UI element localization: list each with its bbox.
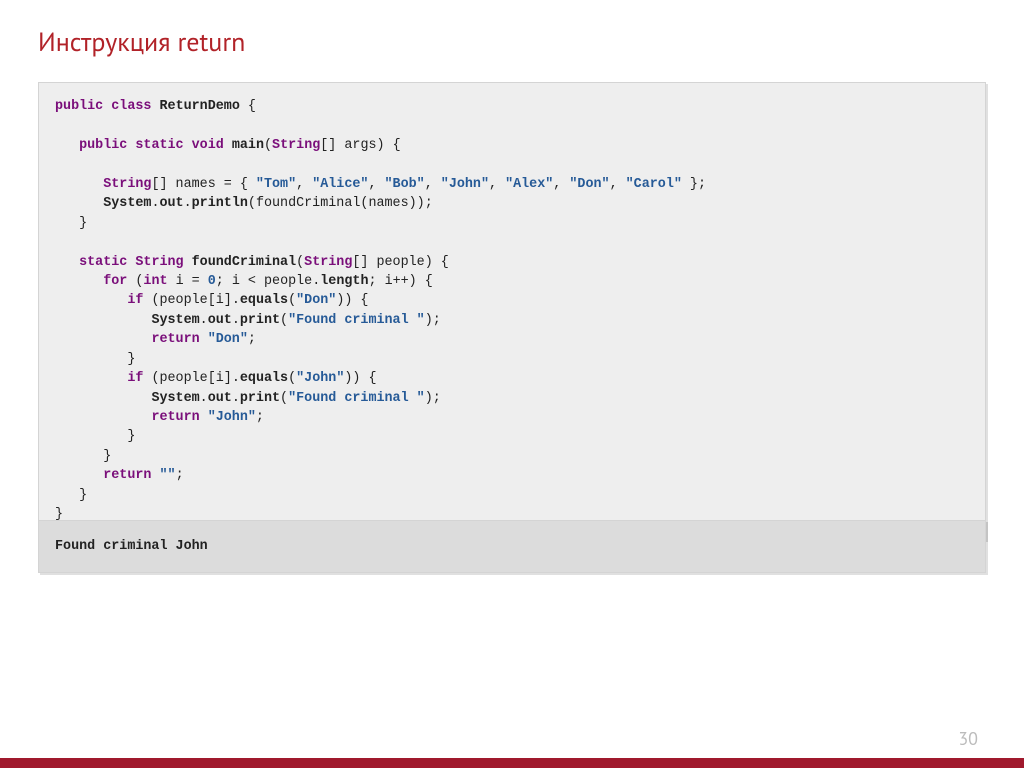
str-tom: "Tom" bbox=[256, 177, 296, 192]
num-zero: 0 bbox=[208, 274, 216, 289]
var-i: i bbox=[216, 293, 224, 308]
str-john: "John" bbox=[208, 410, 256, 425]
str-empty: "" bbox=[159, 468, 175, 483]
param-args: args bbox=[344, 138, 376, 153]
var-names: names bbox=[176, 177, 216, 192]
kw-class: class bbox=[111, 99, 151, 114]
method-print: print bbox=[240, 391, 280, 406]
field-out: out bbox=[208, 391, 232, 406]
var-people: people bbox=[264, 274, 312, 289]
footer-bar bbox=[0, 758, 1024, 768]
str-john: "John" bbox=[441, 177, 489, 192]
var-people: people bbox=[159, 371, 207, 386]
code-block: public class ReturnDemo { public static … bbox=[38, 82, 986, 540]
method-equals: equals bbox=[240, 293, 288, 308]
type-string-arr: String bbox=[272, 138, 320, 153]
field-out: out bbox=[208, 313, 232, 328]
str-john: "John" bbox=[296, 371, 344, 386]
slide-title: Инструкция return bbox=[38, 26, 245, 59]
kw-return: return bbox=[151, 332, 199, 347]
type-string: String bbox=[135, 255, 183, 270]
var-i: i bbox=[176, 274, 184, 289]
field-out: out bbox=[159, 196, 183, 211]
kw-return: return bbox=[151, 410, 199, 425]
str-alex: "Alex" bbox=[505, 177, 553, 192]
page-number: 30 bbox=[958, 727, 978, 750]
str-found-criminal: "Found criminal " bbox=[288, 391, 425, 406]
var-i: i bbox=[216, 371, 224, 386]
str-bob: "Bob" bbox=[385, 177, 425, 192]
str-don: "Don" bbox=[208, 332, 248, 347]
var-i: i bbox=[232, 274, 240, 289]
str-alice: "Alice" bbox=[312, 177, 368, 192]
class-name: ReturnDemo bbox=[160, 99, 240, 114]
kw-static: static bbox=[79, 255, 127, 270]
kw-for: for bbox=[103, 274, 127, 289]
class-system: System bbox=[103, 196, 151, 211]
type-string-arr: String bbox=[103, 177, 151, 192]
str-carol: "Carol" bbox=[626, 177, 682, 192]
param-people: people bbox=[376, 255, 424, 270]
type-string-arr: String bbox=[304, 255, 352, 270]
str-don: "Don" bbox=[569, 177, 609, 192]
arg-names: names bbox=[368, 196, 408, 211]
method-main: main bbox=[232, 138, 264, 153]
str-found-criminal: "Found criminal " bbox=[288, 313, 425, 328]
class-system: System bbox=[151, 391, 199, 406]
call-foundcriminal: foundCriminal bbox=[256, 196, 360, 211]
kw-int: int bbox=[143, 274, 167, 289]
kw-return: return bbox=[103, 468, 151, 483]
output-block: Found criminal John bbox=[38, 520, 986, 573]
field-length: length bbox=[320, 274, 368, 289]
kw-void: void bbox=[192, 138, 224, 153]
kw-public: public bbox=[79, 138, 127, 153]
kw-if: if bbox=[127, 293, 143, 308]
kw-public: public bbox=[55, 99, 103, 114]
var-i: i bbox=[385, 274, 393, 289]
method-println: println bbox=[192, 196, 248, 211]
kw-if: if bbox=[127, 371, 143, 386]
kw-static: static bbox=[135, 138, 183, 153]
method-print: print bbox=[240, 313, 280, 328]
method-foundcriminal: foundCriminal bbox=[192, 255, 296, 270]
str-don: "Don" bbox=[296, 293, 336, 308]
class-system: System bbox=[151, 313, 199, 328]
var-people: people bbox=[159, 293, 207, 308]
method-equals: equals bbox=[240, 371, 288, 386]
